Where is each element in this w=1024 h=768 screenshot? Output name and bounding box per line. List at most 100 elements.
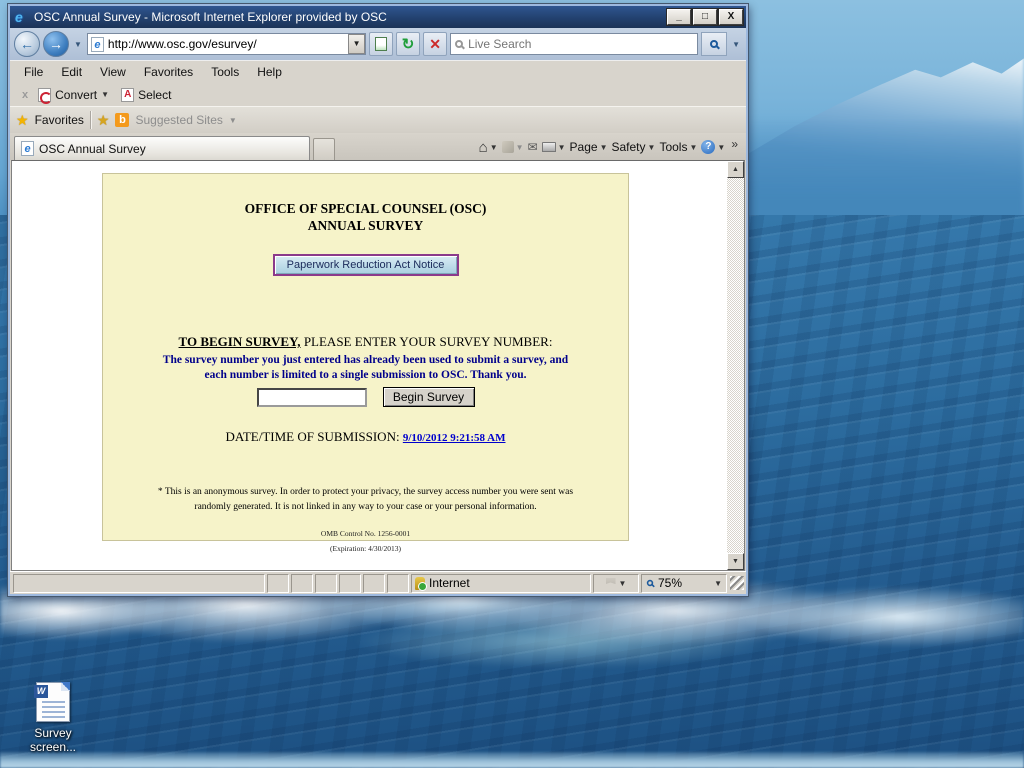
security-zone-panel: Internet [411, 573, 591, 593]
help-menu-button[interactable]: ? ▼ [701, 140, 725, 154]
home-button[interactable]: ⌂ ▼ [479, 139, 498, 156]
page-menu-button[interactable]: Page ▼ [570, 140, 608, 154]
search-go-icon [710, 40, 719, 48]
menu-view[interactable]: View [92, 63, 134, 81]
page-fold [61, 682, 70, 691]
protected-mode-panel[interactable]: ▼ [593, 573, 639, 593]
survey-title-line2: ANNUAL SURVEY [307, 218, 424, 233]
begin-survey-instruction: TO BEGIN SURVEY, PLEASE ENTER YOUR SURVE… [103, 334, 628, 350]
address-toolbar: ← → ▼ e ▼ ↻ ✕ ▼ [10, 28, 746, 60]
scrollbar-track[interactable] [727, 178, 744, 553]
back-button[interactable]: ← [14, 31, 40, 57]
ie-logo-icon: e [15, 8, 23, 25]
zoom-icon [646, 579, 654, 587]
survey-form-panel: OFFICE OF SPECIAL COUNSEL (OSC) ANNUAL S… [102, 173, 629, 553]
bottom-foam [0, 752, 1024, 768]
close-button[interactable]: X [718, 8, 744, 26]
history-dropdown-icon[interactable]: ▼ [74, 40, 82, 49]
titlebar[interactable]: e OSC Annual Survey - Microsoft Internet… [10, 6, 746, 28]
refresh-button[interactable]: ↻ [396, 32, 421, 56]
minimize-button[interactable]: _ [666, 8, 692, 26]
zoom-dropdown-icon[interactable]: ▼ [714, 579, 722, 588]
survey-title-line1: OFFICE OF SPECIAL COUNSEL (OSC) [244, 201, 487, 216]
help-icon: ? [701, 140, 716, 154]
safety-menu-button[interactable]: Safety ▼ [612, 140, 656, 154]
tab-title: OSC Annual Survey [39, 141, 146, 156]
desktop-icon-survey-doc[interactable]: W Survey screen... [10, 682, 96, 754]
status-message-area [13, 573, 265, 593]
tools-menu-button[interactable]: Tools ▼ [659, 140, 697, 154]
security-zone-icon [415, 576, 427, 591]
favorites-bar: ★ Favorites ★ b Suggested Sites ▼ [10, 106, 746, 133]
convert-dropdown-icon[interactable]: ▼ [101, 90, 109, 99]
suggested-sites-icon: b [115, 113, 130, 127]
select-button[interactable]: Select [138, 88, 171, 102]
toolbar-close-icon[interactable]: x [16, 89, 34, 101]
print-button[interactable]: ▼ [541, 142, 566, 152]
zoom-level: 75% [658, 576, 683, 590]
paperwork-reduction-act-notice-button[interactable]: Paperwork Reduction Act Notice [272, 254, 459, 276]
survey-number-entry-row: Begin Survey [103, 387, 628, 407]
stop-icon: ✕ [429, 35, 441, 52]
separator [89, 111, 91, 129]
scroll-up-icon[interactable]: ▲ [727, 161, 744, 178]
address-field[interactable]: e ▼ [86, 33, 367, 55]
suggested-sites-button[interactable]: Suggested Sites [135, 113, 222, 127]
forward-button[interactable]: → [43, 31, 69, 57]
search-go-button[interactable] [701, 32, 728, 56]
favorites-button[interactable]: Favorites [35, 113, 84, 127]
vertical-scrollbar[interactable]: ▲ ▼ [727, 161, 744, 570]
convert-button[interactable]: Convert [55, 88, 97, 102]
add-favorite-icon[interactable]: ★ [97, 112, 110, 129]
live-search-box[interactable] [450, 33, 699, 55]
word-document-icon: W [34, 682, 70, 722]
begin-survey-rest-text: PLEASE ENTER YOUR SURVEY NUMBER: [303, 334, 553, 349]
refresh-icon: ↻ [401, 35, 415, 53]
url-input[interactable] [103, 37, 349, 51]
suggested-sites-dropdown-icon[interactable]: ▼ [229, 116, 237, 125]
menu-bar: File Edit View Favorites Tools Help [10, 60, 746, 83]
resize-grip[interactable] [730, 576, 744, 590]
rss-feed-icon [501, 141, 514, 153]
address-dropdown-button[interactable]: ▼ [348, 34, 366, 54]
maximize-button[interactable]: □ [692, 8, 718, 26]
command-bar: ⌂ ▼ ▼ ✉ ▼ Page ▼ Safety ▼ Tools ▼ ? ▼ » [479, 137, 746, 160]
privacy-note: * This is an anonymous survey. In order … [157, 487, 574, 512]
desktop-icon-label: Survey screen... [29, 726, 77, 754]
duplicate-submission-warning: The survey number you just entered has a… [162, 354, 569, 381]
begin-survey-button[interactable]: Begin Survey [382, 387, 475, 407]
begin-survey-bold-text: TO BEGIN SURVEY, [178, 334, 301, 349]
search-icon [455, 40, 464, 48]
scroll-down-icon[interactable]: ▼ [727, 553, 744, 570]
tab-osc-annual-survey[interactable]: e OSC Annual Survey [14, 136, 310, 160]
zoom-control[interactable]: 75% ▼ [641, 573, 727, 593]
adobe-toolbar: x Convert ▼ Select [10, 83, 746, 106]
new-tab-button[interactable] [313, 138, 335, 160]
menu-help[interactable]: Help [249, 63, 290, 81]
favorites-star-icon: ★ [16, 111, 29, 128]
survey-number-input[interactable] [256, 387, 367, 407]
menu-favorites[interactable]: Favorites [136, 63, 201, 81]
tab-bar: e OSC Annual Survey ⌂ ▼ ▼ ✉ ▼ Page ▼ Saf… [10, 133, 746, 160]
toolbar-overflow-icon[interactable]: » [729, 137, 740, 157]
datetime-link[interactable]: 9/10/2012 9:21:58 AM [403, 432, 506, 444]
tab-favicon-icon: e [21, 141, 34, 156]
menu-tools[interactable]: Tools [203, 63, 247, 81]
search-options-dropdown-icon[interactable]: ▼ [732, 40, 740, 49]
read-mail-button[interactable]: ✉ [528, 140, 538, 154]
home-icon: ⌂ [478, 138, 488, 156]
live-search-input[interactable] [468, 37, 694, 51]
page-favicon-icon: e [90, 36, 104, 52]
window-title: OSC Annual Survey - Microsoft Internet E… [34, 10, 387, 24]
mail-icon: ✉ [527, 140, 538, 154]
feeds-button[interactable]: ▼ [501, 141, 524, 153]
printer-icon [541, 142, 556, 152]
stop-button[interactable]: ✕ [423, 32, 448, 56]
menu-file[interactable]: File [16, 63, 51, 81]
datetime-label: DATE/TIME OF SUBMISSION: [225, 429, 403, 444]
menu-edit[interactable]: Edit [53, 63, 90, 81]
compatibility-view-button[interactable] [369, 32, 394, 56]
omb-expiration: (Expiration: 4/30/2013) [329, 544, 402, 553]
ie-browser-window: e OSC Annual Survey - Microsoft Internet… [7, 3, 749, 597]
word-badge-icon: W [34, 685, 48, 698]
